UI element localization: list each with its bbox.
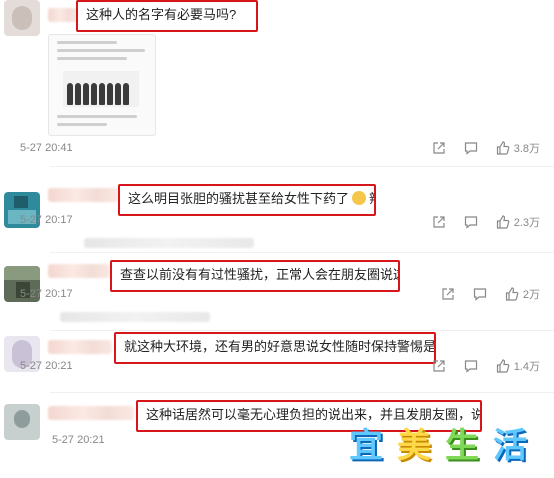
comment-text: 查查以前没有有过性骚扰，正常人会在朋友圈说这种话? xyxy=(120,267,398,282)
like-button[interactable]: 1.4万 xyxy=(496,358,540,374)
comment-text-highlight: 就这种大环境，还有男的好意思说女性随时保持警惕是“太敏感” xyxy=(114,332,436,364)
comment-time: 5-27 20:21 xyxy=(52,434,105,446)
comment-actions: 3.8万 xyxy=(414,140,540,156)
thumb-up-icon xyxy=(505,287,519,301)
like-count: 1.4万 xyxy=(513,361,540,373)
comment-item: 查查以前没有有过性骚扰，正常人会在朋友圈说这种话? 5-27 20:17 2万 xyxy=(0,256,554,332)
comment-actions: 2万 xyxy=(423,286,540,302)
share-icon xyxy=(433,360,445,372)
thumb-up-icon xyxy=(496,141,510,155)
comment-icon xyxy=(464,216,477,229)
like-button[interactable]: 2.3万 xyxy=(496,214,540,230)
watermark-logo: 宜 美 生 活 xyxy=(344,420,532,466)
watermark-char: 美 xyxy=(397,425,431,466)
comment-icon xyxy=(473,288,486,301)
comment-actions: 1.4万 xyxy=(414,358,540,374)
like-button[interactable]: 2万 xyxy=(505,286,540,302)
reply-preview-blurred xyxy=(60,312,210,322)
comment-text-highlight: 这么明目张胆的骚扰甚至给女性下药了 辣鸡 xyxy=(118,184,376,216)
comment-item: 就这种大环境，还有男的好意思说女性随时保持警惕是“太敏感” 5-27 20:21… xyxy=(0,332,554,398)
like-count: 2.3万 xyxy=(513,217,540,229)
comment-text-highlight: 这种人的名字有必要马吗? xyxy=(76,0,258,32)
share-button[interactable] xyxy=(432,141,446,155)
watermark-char: 宜 xyxy=(349,425,383,466)
comment-time: 5-27 20:17 xyxy=(20,288,73,300)
share-button[interactable] xyxy=(441,287,455,301)
comment-item: 这种人的名字有必要马吗? 5-27 20:41 3.8万 xyxy=(0,0,554,168)
watermark-char: 生 xyxy=(445,425,479,466)
comment-actions: 2.3万 xyxy=(414,214,540,230)
reply-preview-blurred xyxy=(84,238,254,248)
comment-button[interactable] xyxy=(464,215,478,229)
avatar[interactable] xyxy=(4,404,40,440)
thumb-up-icon xyxy=(496,215,510,229)
share-icon xyxy=(433,216,445,228)
crying-emoji-icon xyxy=(352,191,367,205)
comment-text: 就这种大环境，还有男的好意思说女性随时保持警惕是“太敏感” xyxy=(124,339,436,354)
avatar[interactable] xyxy=(4,0,40,36)
comment-time: 5-27 20:17 xyxy=(20,214,73,226)
thumb-up-icon xyxy=(496,359,510,373)
username-blurred xyxy=(48,264,110,278)
username-blurred xyxy=(48,8,78,22)
comment-icon xyxy=(464,360,477,373)
like-button[interactable]: 3.8万 xyxy=(496,140,540,156)
comment-text: 这么明目张胆的骚扰甚至给女性下药了 xyxy=(128,191,350,206)
comment-image[interactable] xyxy=(48,34,156,136)
like-count: 3.8万 xyxy=(513,143,540,155)
watermark-char: 活 xyxy=(493,425,527,466)
comment-text-highlight: 查查以前没有有过性骚扰，正常人会在朋友圈说这种话? xyxy=(110,260,400,292)
username-blurred xyxy=(48,406,134,420)
comment-button[interactable] xyxy=(473,287,487,301)
emoji-label: 辣鸡 xyxy=(369,191,374,206)
like-count: 2万 xyxy=(522,289,540,301)
comment-button[interactable] xyxy=(464,141,478,155)
comment-icon xyxy=(464,142,477,155)
comment-time: 5-27 20:41 xyxy=(20,142,73,154)
share-button[interactable] xyxy=(432,359,446,373)
share-button[interactable] xyxy=(432,215,446,229)
comment-text: 这种人的名字有必要马吗? xyxy=(86,7,237,22)
username-blurred xyxy=(48,340,112,354)
share-icon xyxy=(433,142,445,154)
comment-button[interactable] xyxy=(464,359,478,373)
username-blurred xyxy=(48,188,118,202)
comment-time: 5-27 20:21 xyxy=(20,360,73,372)
share-icon xyxy=(442,288,454,300)
comment-item: 这么明目张胆的骚扰甚至给女性下药了 辣鸡 5-27 20:17 2.3万 xyxy=(0,180,554,254)
